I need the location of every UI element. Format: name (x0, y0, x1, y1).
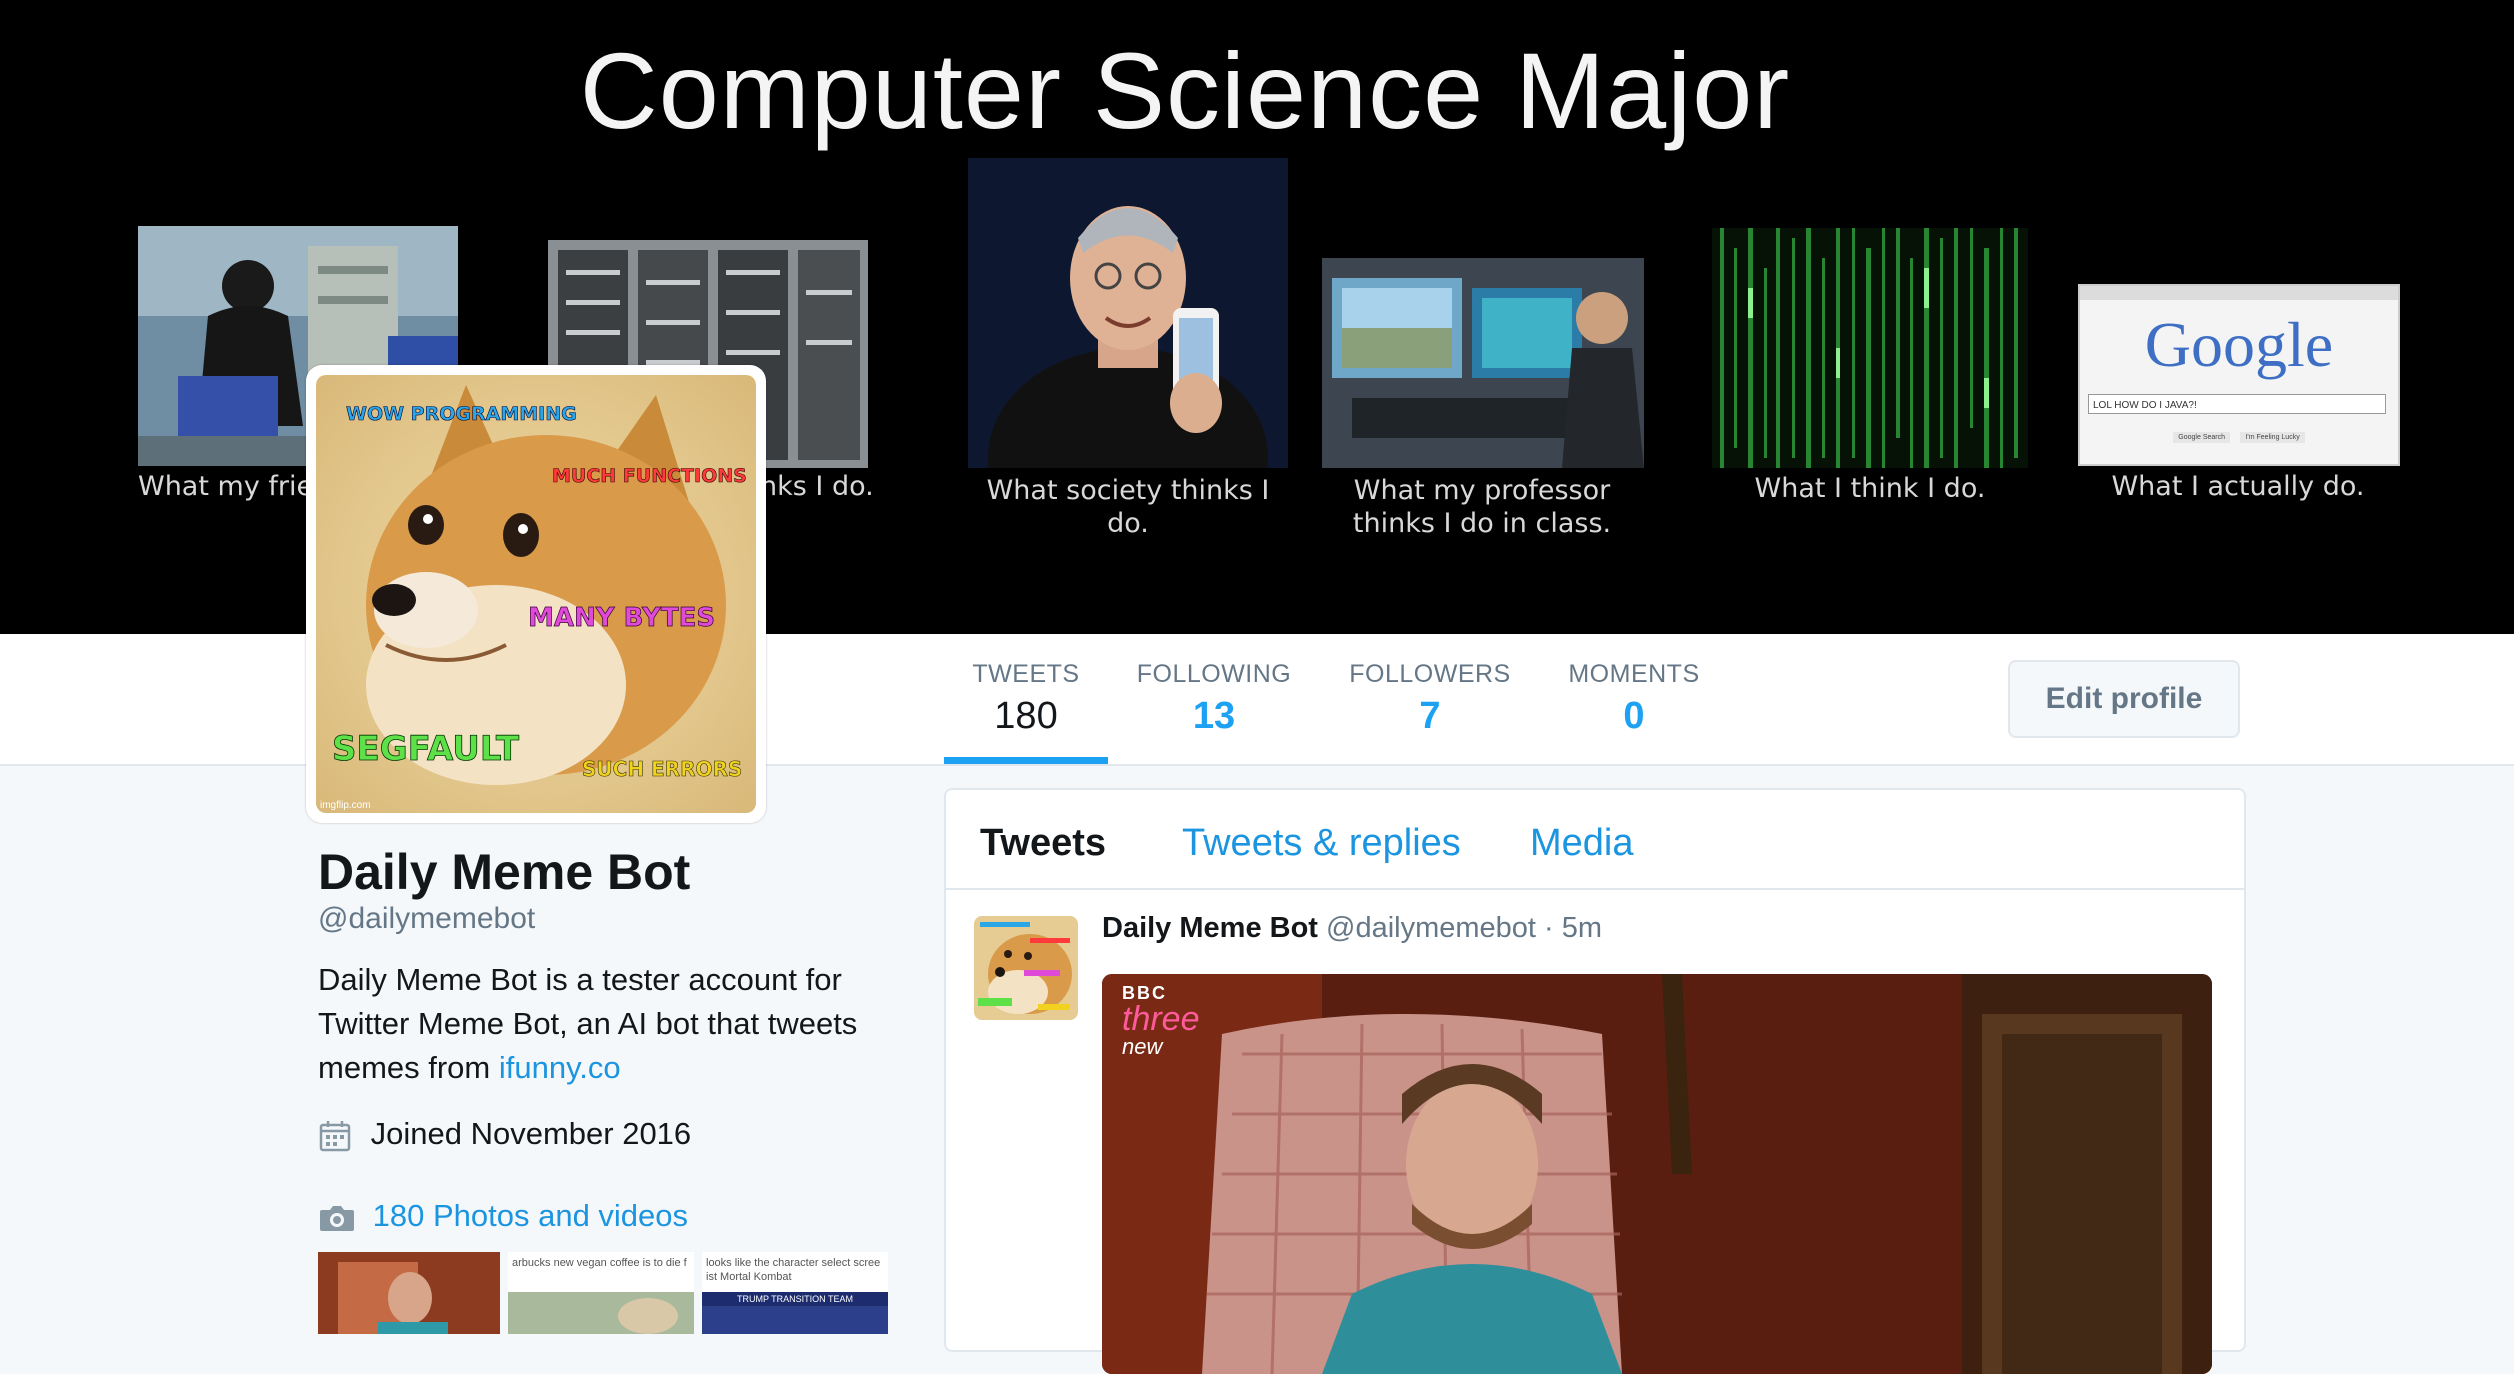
tweet-timestamp[interactable]: 5m (1562, 912, 1602, 944)
nav-following-count: 13 (1192, 695, 1236, 737)
avatar-label-3: MANY BYTES (528, 603, 716, 634)
nav-tweets-count: 180 (994, 695, 1058, 737)
nav-moments-label: MOMENTS (1568, 660, 1700, 688)
tweet-author-name[interactable]: Daily Meme Bot (1102, 912, 1318, 944)
photos-and-videos-label: 180 Photos and videos (372, 1198, 689, 1233)
bbc-three-logo: BBC three new (1122, 983, 1200, 1059)
media-thumb-2[interactable]: arbucks new vegan coffee is to die f (508, 1252, 694, 1334)
google-logo: Google (2144, 309, 2334, 380)
profile-handle[interactable]: @dailymemebot (318, 902, 535, 936)
nav-moments-count: 0 (1623, 695, 1645, 737)
camera-icon (318, 1198, 373, 1233)
avatar-label-4: SEGFAULT (332, 729, 520, 770)
tweet-header: Daily Meme Bot @dailymemebot · 5m (1102, 912, 1602, 945)
media-thumb-3-text2: ist Mortal Kombat (706, 1271, 792, 1283)
profile-name: Daily Meme Bot (318, 844, 691, 900)
tab-media[interactable]: Media (1530, 822, 1634, 865)
media-thumb-3-text: looks like the character select scree (706, 1257, 881, 1269)
tweet-avatar[interactable] (974, 916, 1078, 1020)
banner-caption-4: What my professor thinks I do in class. (1352, 475, 1612, 539)
edit-profile-button[interactable]: Edit profile (2008, 660, 2240, 738)
profile-avatar[interactable]: WOW PROGRAMMING MUCH FUNCTIONS MANY BYTE… (306, 365, 766, 823)
profile-joined-text: Joined November 2016 (370, 1115, 692, 1151)
nav-moments[interactable]: MOMENTS 0 (1558, 634, 1710, 764)
banner-title: Computer Science Major (579, 30, 1791, 151)
banner-panel-society (968, 158, 1288, 468)
nav-tweets[interactable]: TWEETS 180 (944, 634, 1108, 764)
avatar-label-1: WOW PROGRAMMING (346, 403, 577, 426)
nav-followers-label: FOLLOWERS (1349, 660, 1511, 688)
google-lucky-btn: I'm Feeling Lucky (2240, 432, 2305, 443)
tweet[interactable]: Daily Meme Bot @dailymemebot · 5m BBC th… (946, 890, 2244, 1374)
tweet-author-handle[interactable]: @dailymemebot (1326, 912, 1536, 944)
timeline: Tweets Tweets & replies Media Daily Meme… (944, 788, 2246, 1374)
profile-bio: Daily Meme Bot is a tester account for T… (318, 958, 918, 1090)
avatar-watermark: imgflip.com (320, 800, 371, 811)
avatar-doge-meme: WOW PROGRAMMING MUCH FUNCTIONS MANY BYTE… (316, 375, 756, 813)
nav-following-label: FOLLOWING (1136, 660, 1292, 688)
nav-followers[interactable]: FOLLOWERS 7 (1340, 634, 1520, 764)
media-thumb-3-banner: TRUMP TRANSITION TEAM (702, 1292, 888, 1306)
nav-followers-count: 7 (1419, 695, 1441, 737)
timeline-tabs: Tweets Tweets & replies Media (946, 790, 2244, 890)
calendar-icon (318, 1116, 371, 1151)
google-search-box: LOL HOW DO I JAVA?! (2088, 394, 2386, 414)
tab-tweets-replies[interactable]: Tweets & replies (1182, 822, 1461, 865)
banner-panel-google: Google LOL HOW DO I JAVA?! Google Search… (2078, 284, 2400, 466)
banner-panel-professor (1322, 258, 1644, 468)
banner-caption-5: What I think I do. (1754, 473, 1986, 504)
tweet-separator: · (1544, 912, 1554, 944)
tab-tweets[interactable]: Tweets (980, 822, 1106, 865)
banner-panel-matrix (1712, 228, 2028, 468)
media-thumb-3[interactable]: looks like the character select scree is… (702, 1252, 888, 1334)
nav-tweets-label: TWEETS (972, 660, 1080, 688)
profile-bio-link[interactable]: ifunny.co (499, 1050, 621, 1085)
banner-caption-2: nks I do. (760, 471, 874, 502)
avatar-label-2: MUCH FUNCTIONS (552, 465, 747, 488)
photos-and-videos-link[interactable]: 180 Photos and videos (318, 1196, 688, 1236)
media-thumb-1[interactable] (318, 1252, 500, 1334)
banner-caption-3: What society thinks I do. (986, 475, 1270, 539)
nav-following[interactable]: FOLLOWING 13 (1128, 634, 1300, 764)
banner-caption-6: What I actually do. (2111, 471, 2365, 502)
avatar-label-5: SUCH ERRORS (582, 757, 743, 782)
profile-joined: Joined November 2016 (318, 1110, 691, 1154)
google-search-btn: Google Search (2173, 432, 2230, 443)
tweet-media-image[interactable]: BBC three new (1102, 974, 2212, 1374)
